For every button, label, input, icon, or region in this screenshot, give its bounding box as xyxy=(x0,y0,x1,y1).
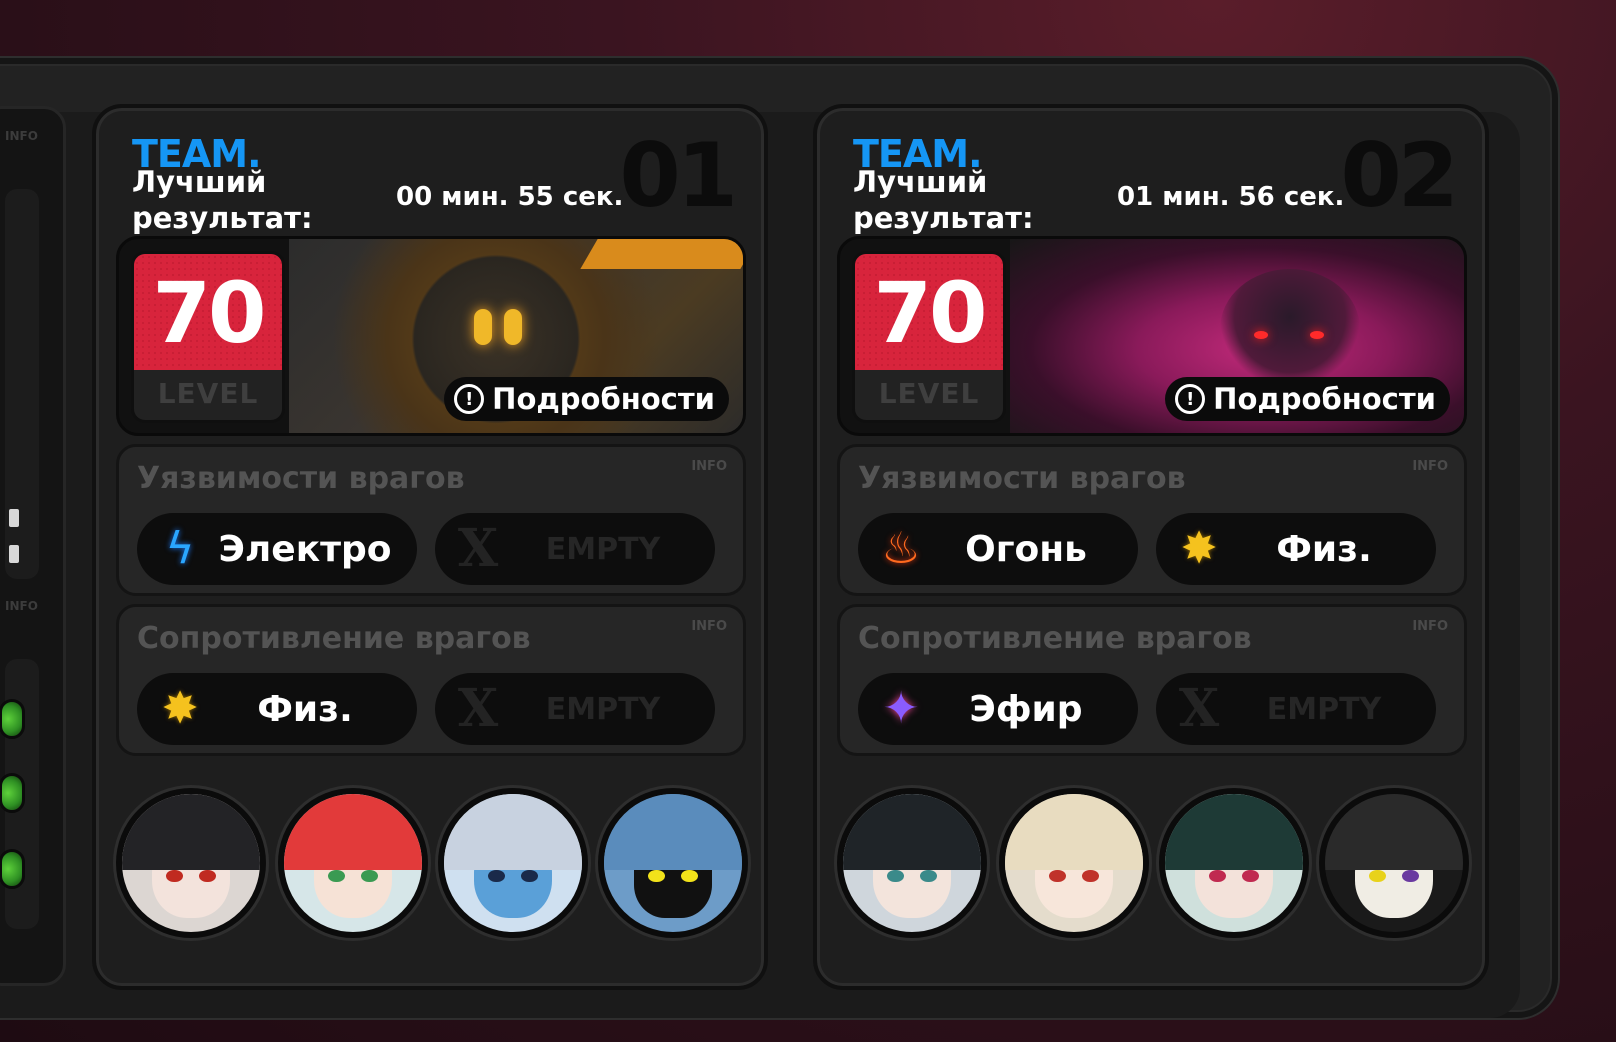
weaknesses-panel: Уязвимости врагов INFO ϟ Электро X EMPTY xyxy=(116,444,746,596)
level-value: 70 xyxy=(873,264,988,362)
weakness-electro[interactable]: ϟ Электро xyxy=(137,513,417,585)
resistances-panel: Сопротивление врагов INFO ✦ Эфир X EMPTY xyxy=(837,604,1467,756)
side-text-mark xyxy=(9,509,19,527)
agent-avatar[interactable] xyxy=(837,788,987,938)
enemy-art-stripe xyxy=(580,239,743,269)
weakness-label: Электро xyxy=(218,528,392,570)
enemy-banner[interactable]: 70 LEVEL ! Подробности xyxy=(837,236,1467,436)
physical-icon: ✸ xyxy=(1180,523,1218,574)
weakness-empty-slot: X EMPTY xyxy=(435,513,715,585)
weakness-label: Огонь xyxy=(965,528,1087,570)
details-button[interactable]: ! Подробности xyxy=(444,377,729,421)
agent-avatar[interactable] xyxy=(278,788,428,938)
level-value: 70 xyxy=(152,264,267,362)
empty-x-icon: X xyxy=(1178,678,1220,739)
enemy-face xyxy=(1220,269,1360,389)
electro-icon: ϟ xyxy=(165,523,195,574)
details-button[interactable]: ! Подробности xyxy=(1165,377,1450,421)
level-label: LEVEL xyxy=(157,377,259,410)
alert-icon: ! xyxy=(1175,384,1206,414)
weakness-physical[interactable]: ✸ Физ. xyxy=(1156,513,1436,585)
side-text-mark xyxy=(9,545,19,563)
resistance-ether[interactable]: ✦ Эфир xyxy=(858,673,1138,745)
fire-icon: ♨ xyxy=(881,523,921,574)
agent-avatar[interactable] xyxy=(999,788,1149,938)
best-result-label: Лучший результат: xyxy=(132,165,313,235)
team-card-02: TEAM. Лучший результат: 01 мин. 56 сек. … xyxy=(813,104,1489,990)
info-label[interactable]: INFO xyxy=(1412,619,1448,634)
status-dot-icon xyxy=(0,849,25,889)
resistances-panel: Сопротивление врагов INFO ✸ Физ. X EMPTY xyxy=(116,604,746,756)
alert-icon: ! xyxy=(454,384,485,414)
status-dot-icon xyxy=(0,699,25,739)
team-number: 02 xyxy=(1340,124,1459,227)
info-label[interactable]: INFO xyxy=(5,599,38,613)
physical-icon: ✸ xyxy=(161,683,199,734)
team-card-01: TEAM. Лучший результат: 00 мин. 55 сек. … xyxy=(92,104,768,990)
weakness-fire[interactable]: ♨ Огонь xyxy=(858,513,1138,585)
agent-avatar[interactable] xyxy=(1319,788,1469,938)
weaknesses-panel: Уязвимости врагов INFO ♨ Огонь ✸ Физ. xyxy=(837,444,1467,596)
details-label: Подробности xyxy=(492,382,715,416)
agent-avatar[interactable] xyxy=(1159,788,1309,938)
enemy-eyes xyxy=(474,309,534,349)
empty-label: EMPTY xyxy=(545,531,661,567)
resistance-label: Физ. xyxy=(257,688,353,730)
side-panel: INFO INFO xyxy=(0,106,66,986)
info-label[interactable]: INFO xyxy=(691,459,727,474)
info-label[interactable]: INFO xyxy=(5,129,38,143)
resistances-title: Сопротивление врагов xyxy=(858,621,1252,656)
info-label[interactable]: INFO xyxy=(691,619,727,634)
empty-label: EMPTY xyxy=(1266,691,1382,727)
status-dot-icon xyxy=(0,773,25,813)
team-number: 01 xyxy=(619,124,738,227)
enemy-banner[interactable]: 70 LEVEL ! Подробности xyxy=(116,236,746,436)
ether-icon: ✦ xyxy=(882,683,920,734)
level-label: LEVEL xyxy=(878,377,980,410)
empty-x-icon: X xyxy=(457,518,499,579)
resistance-label: Эфир xyxy=(969,688,1083,730)
resistance-empty-slot: X EMPTY xyxy=(435,673,715,745)
level-badge: 70 LEVEL xyxy=(131,251,285,423)
details-label: Подробности xyxy=(1213,382,1436,416)
level-badge: 70 LEVEL xyxy=(852,251,1006,423)
best-result-label: Лучший результат: xyxy=(853,165,1034,235)
agent-avatar[interactable] xyxy=(116,788,266,938)
empty-label: EMPTY xyxy=(545,691,661,727)
info-label[interactable]: INFO xyxy=(1412,459,1448,474)
best-result-time: 00 мин. 55 сек. xyxy=(396,182,624,212)
agent-avatar[interactable] xyxy=(598,788,748,938)
agent-avatar[interactable] xyxy=(438,788,588,938)
best-result-time: 01 мин. 56 сек. xyxy=(1117,182,1345,212)
resistance-physical[interactable]: ✸ Физ. xyxy=(137,673,417,745)
weaknesses-title: Уязвимости врагов xyxy=(137,461,465,496)
resistance-empty-slot: X EMPTY xyxy=(1156,673,1436,745)
weaknesses-title: Уязвимости врагов xyxy=(858,461,1186,496)
resistances-title: Сопротивление врагов xyxy=(137,621,531,656)
empty-x-icon: X xyxy=(457,678,499,739)
weakness-label: Физ. xyxy=(1276,528,1372,570)
